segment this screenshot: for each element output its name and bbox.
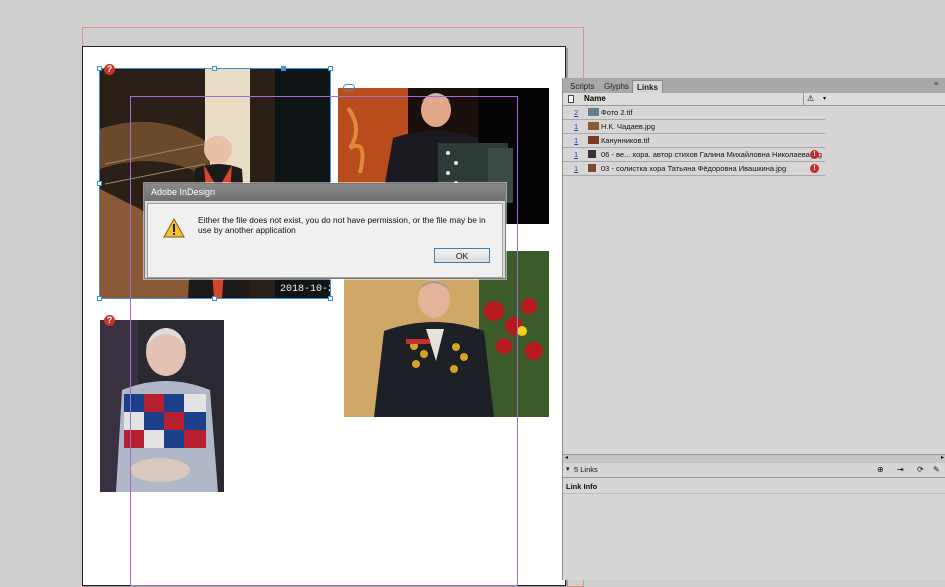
panel-menu-icon[interactable]: ≡ [934,81,942,89]
missing-link-icon[interactable]: ? [104,64,115,75]
content-grabber-handle[interactable] [281,66,286,71]
missing-link-icon[interactable]: ? [104,315,115,326]
column-divider [803,93,804,105]
link-name: Канунников.tif [601,136,650,145]
link-name: 03 - солистка хора Татьяна Фёдоровна Ива… [601,164,787,173]
link-row[interactable]: 1 Канунников.tif [563,134,825,148]
dialog-title[interactable]: Adobe InDesign [145,184,505,201]
horizontal-scrollbar[interactable]: ◂ ▸ [563,454,945,463]
tab-links[interactable]: Links [632,80,663,93]
link-page-number[interactable]: 1 [574,162,578,175]
missing-link-warning-icon[interactable]: ! [810,164,819,173]
page-column-icon[interactable] [568,95,574,103]
link-thumbnail [588,108,599,116]
link-thumbnail [588,164,596,172]
selection-handle-tm[interactable] [212,66,217,71]
link-name: 06 - ве... хора. автор стихов Галина Мих… [601,150,822,159]
missing-link-warning-icon[interactable]: ! [810,150,819,159]
selection-handle-bm[interactable] [212,296,217,301]
name-column-header[interactable]: Name [584,93,606,105]
link-row[interactable]: 2 Фото 2.tif [563,106,825,120]
scroll-right-icon[interactable]: ▸ [941,454,944,461]
dialog-message: Either the file does not exist, you do n… [198,215,486,235]
scroll-left-icon[interactable]: ◂ [565,454,568,461]
selection-handle-tl[interactable] [97,66,102,71]
margin-guide [130,96,518,586]
link-name: Фото 2.tif [601,108,633,117]
links-column-header: Name ⚠ ▾ [563,93,945,106]
selection-handle-bl[interactable] [97,296,102,301]
warning-icon [163,218,185,238]
link-info-section[interactable]: Link Info [563,480,945,494]
link-chain-icon[interactable] [343,84,355,91]
links-panel: Scripts Glyphs Links ≡ Name ⚠ ▾ 2 Фото 2… [562,78,945,580]
relink-icon[interactable]: ⊕ [877,463,884,477]
link-thumbnail [588,122,599,130]
chevron-down-icon[interactable]: ▾ [566,463,570,477]
update-link-icon[interactable]: ⟳ [917,463,924,477]
dialog-body: Either the file does not exist, you do n… [147,203,503,278]
link-page-number[interactable]: 1 [574,134,578,147]
status-column-warning-icon[interactable]: ⚠ [807,93,814,105]
selection-handle-ml[interactable] [97,181,102,186]
go-to-link-icon[interactable]: ⇥ [897,463,904,477]
link-row[interactable]: 1 03 - солистка хора Татьяна Фёдоровна И… [563,162,825,176]
link-row[interactable]: 1 Н.К. Чадаев.jpg [563,120,825,134]
link-page-number[interactable]: 1 [574,148,578,161]
edit-original-icon[interactable]: ✎ [933,463,940,477]
panel-tab-bar: Scripts Glyphs Links ≡ [563,78,945,94]
link-thumbnail [588,150,596,158]
link-page-number[interactable]: 1 [574,120,578,133]
link-thumbnail [588,136,599,144]
link-name: Н.К. Чадаев.jpg [601,122,656,131]
tab-glyphs[interactable]: Glyphs [600,80,633,93]
selection-handle-br[interactable] [328,296,333,301]
selection-handle-tr[interactable] [328,66,333,71]
error-dialog: Adobe InDesign Either the file does not … [144,183,506,279]
link-info-label: Link Info [566,482,598,491]
links-status-bar: ▾ 5 Links ⊕ ⇥ ⟳ ✎ [563,463,945,478]
link-page-number[interactable]: 2 [574,106,578,119]
ok-button[interactable]: OK [434,248,490,263]
tab-scripts[interactable]: Scripts [566,80,598,93]
chevron-down-icon[interactable]: ▾ [823,93,826,105]
link-row[interactable]: 1 06 - ве... хора. автор стихов Галина М… [563,148,825,162]
link-count: 5 Links [574,465,598,474]
